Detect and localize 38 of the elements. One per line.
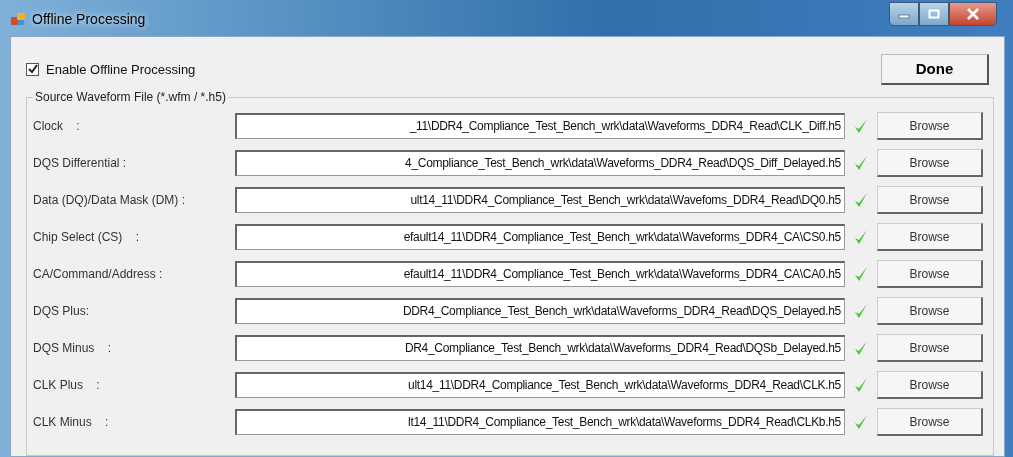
file-path-field[interactable]: efault14_11\DDR4_Compliance_Test_Bench_wrk\data\Waveforms_DDR4_CA\CS0.h5 (235, 224, 845, 250)
file-path-field[interactable]: _11\DDR4_Compliance_Test_Bench_wrk\data\Waveforms_DDR4_Read\CLK_Diff.h5 (235, 113, 845, 139)
browse-button[interactable]: Browse (877, 260, 983, 288)
file-path-field[interactable]: ult14_11\DDR4_Compliance_Test_Bench_wrk\data\Waveforms_DDR4_Read\CLK.h5 (235, 372, 845, 398)
file-path-field[interactable]: DDR4_Compliance_Test_Bench_wrk\data\Waveforms_DDR4_Read\DQS_Delayed.h5 (235, 298, 845, 324)
maximize-button[interactable] (919, 2, 949, 26)
close-icon (966, 8, 980, 20)
field-label: DQS Differential : (33, 156, 128, 170)
file-path-field[interactable]: 4_Compliance_Test_Bench_wrk\data\Waveforms_DDR4_Read\DQS_Diff_Delayed.h5 (235, 150, 845, 176)
checkbox[interactable] (26, 62, 39, 76)
window-title: Offline Processing (32, 11, 146, 27)
minimize-button[interactable] (889, 2, 919, 26)
browse-button[interactable]: Browse (877, 408, 983, 436)
group-title: Source Waveform File (*.wfm / *.h5) (33, 90, 228, 104)
maximize-icon (928, 9, 940, 19)
field-label: Chip Select (CS) : (33, 230, 141, 244)
browse-button[interactable]: Browse (877, 371, 983, 399)
file-path-field[interactable]: DR4_Compliance_Test_Bench_wrk\data\Waveforms_DDR4_Read\DQSb_Delayed.h5 (235, 335, 845, 361)
browse-button[interactable]: Browse (877, 149, 983, 177)
field-label: CLK Minus : (33, 415, 110, 429)
field-label: Clock : (33, 119, 81, 133)
checkbox-label: Enable Offline Processing (46, 61, 196, 77)
file-path-field[interactable]: efault14_11\DDR4_Compliance_Test_Bench_wrk\data\Waveforms_DDR4_CA\CA0.h5 (235, 261, 845, 287)
field-label: CLK Plus : (33, 378, 101, 392)
file-path-field[interactable]: ult14_11\DDR4_Compliance_Test_Bench_wrk\data\Wavefoms_DDR4_Read\DQ0.h5 (235, 187, 845, 213)
browse-button[interactable]: Browse (877, 334, 983, 362)
browse-button[interactable]: Browse (877, 112, 983, 140)
browse-button[interactable]: Browse (877, 223, 983, 251)
done-button[interactable]: Done (881, 53, 989, 85)
browse-button[interactable]: Browse (877, 186, 983, 214)
close-button[interactable] (949, 2, 997, 26)
field-label: DQS Plus: (33, 304, 90, 318)
field-label: CA/Command/Address : (33, 267, 164, 281)
file-path-field[interactable]: lt14_11\DDR4_Compliance_Test_Bench_wrk\data\Waveforms_DDR4_Read\CLKb.h5 (235, 409, 845, 435)
browse-button[interactable]: Browse (877, 297, 983, 325)
field-label: DQS Minus : (33, 341, 113, 355)
app-icon (10, 11, 26, 27)
field-label: Data (DQ)/Data Mask (DM) : (33, 193, 186, 207)
